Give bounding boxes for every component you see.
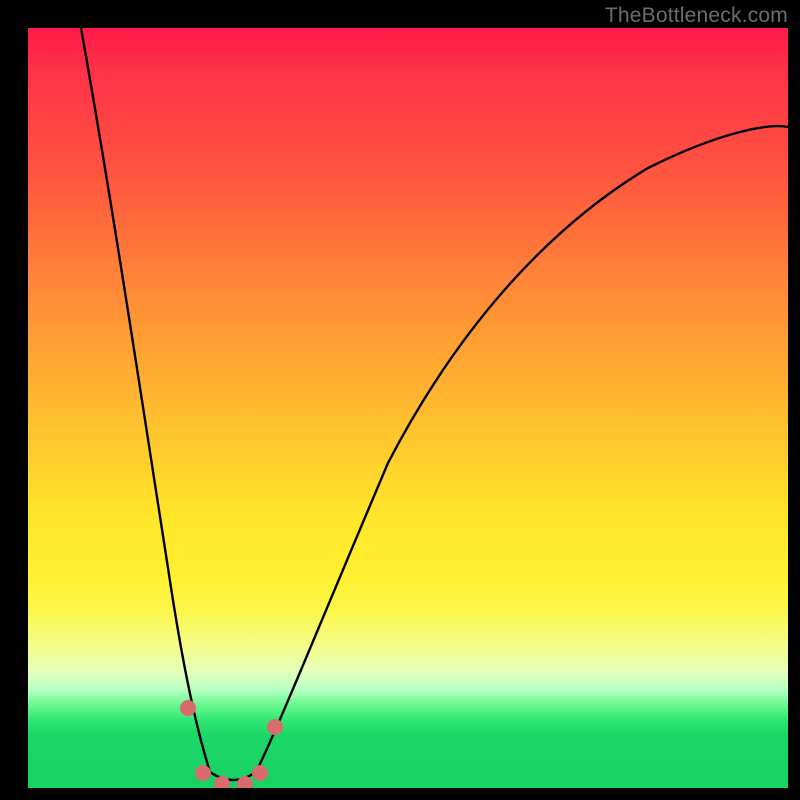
curve-left-branch	[81, 28, 210, 772]
curve-layer	[28, 28, 788, 788]
marker-dot	[180, 700, 196, 716]
marker-dot	[252, 765, 268, 781]
plot-area	[28, 28, 788, 788]
watermark-text: TheBottleneck.com	[605, 4, 788, 28]
chart-stage: TheBottleneck.com	[0, 0, 800, 800]
marker-dot	[267, 719, 283, 735]
marker-dot	[237, 776, 253, 788]
curve-right-branch	[256, 126, 788, 772]
marker-dot	[195, 765, 211, 781]
marker-dot	[214, 776, 230, 788]
